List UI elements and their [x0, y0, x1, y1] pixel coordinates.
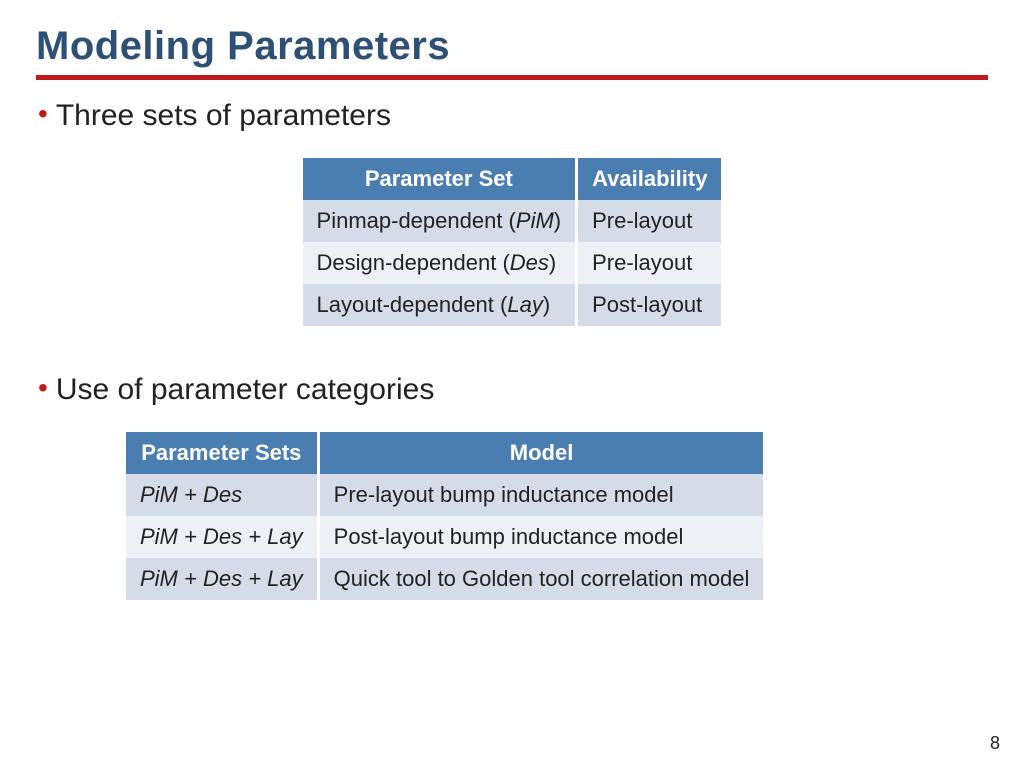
cell-parameter-sets: PiM + Des: [126, 474, 318, 516]
cell-parameter-set: Design-dependent (Des): [303, 242, 577, 284]
col-header-parameter-sets: Parameter Sets: [126, 432, 318, 474]
bullet-dot-icon: •: [38, 372, 48, 404]
table-row: Layout-dependent (Lay) Post-layout: [303, 284, 722, 326]
table-header-row: Parameter Set Availability: [303, 158, 722, 200]
cell-text: Design-dependent (: [317, 250, 510, 275]
cell-parameter-sets: PiM + Des + Lay: [126, 558, 318, 600]
col-header-availability: Availability: [577, 158, 722, 200]
col-header-parameter-set: Parameter Set: [303, 158, 577, 200]
table-2-wrap: Parameter Sets Model PiM + Des Pre-layou…: [126, 432, 988, 600]
cell-text: Layout-dependent (: [317, 292, 508, 317]
parameter-model-table: Parameter Sets Model PiM + Des Pre-layou…: [126, 432, 763, 600]
cell-availability: Pre-layout: [577, 242, 722, 284]
table-header-row: Parameter Sets Model: [126, 432, 763, 474]
cell-italic: Lay: [507, 292, 542, 317]
table-row: Pinmap-dependent (PiM) Pre-layout: [303, 200, 722, 242]
table-1-wrap: Parameter Set Availability Pinmap-depend…: [36, 134, 988, 326]
cell-italic: PiM: [516, 208, 554, 233]
cell-text: ): [549, 250, 556, 275]
bullet-2: • Use of parameter categories: [36, 372, 988, 408]
title-underline: [36, 75, 988, 80]
cell-text: ): [543, 292, 550, 317]
table-row: PiM + Des + Lay Post-layout bump inducta…: [126, 516, 763, 558]
cell-model: Post-layout bump inductance model: [318, 516, 763, 558]
slide: Modeling Parameters • Three sets of para…: [0, 0, 1024, 768]
cell-text: ): [554, 208, 561, 233]
cell-model: Quick tool to Golden tool correlation mo…: [318, 558, 763, 600]
bullet-2-text: Use of parameter categories: [56, 372, 435, 408]
cell-parameter-set: Layout-dependent (Lay): [303, 284, 577, 326]
cell-parameter-sets: PiM + Des + Lay: [126, 516, 318, 558]
cell-model: Pre-layout bump inductance model: [318, 474, 763, 516]
table-row: PiM + Des + Lay Quick tool to Golden too…: [126, 558, 763, 600]
bullet-1: • Three sets of parameters: [36, 98, 988, 134]
table-row: Design-dependent (Des) Pre-layout: [303, 242, 722, 284]
col-header-model: Model: [318, 432, 763, 474]
cell-italic: Des: [510, 250, 549, 275]
bullet-dot-icon: •: [38, 98, 48, 130]
table-row: PiM + Des Pre-layout bump inductance mod…: [126, 474, 763, 516]
slide-title: Modeling Parameters: [36, 24, 988, 69]
cell-parameter-set: Pinmap-dependent (PiM): [303, 200, 577, 242]
cell-availability: Post-layout: [577, 284, 722, 326]
bullet-1-text: Three sets of parameters: [56, 98, 391, 134]
parameter-set-table: Parameter Set Availability Pinmap-depend…: [303, 158, 722, 326]
cell-text: Pinmap-dependent (: [317, 208, 516, 233]
cell-availability: Pre-layout: [577, 200, 722, 242]
page-number: 8: [990, 733, 1000, 754]
